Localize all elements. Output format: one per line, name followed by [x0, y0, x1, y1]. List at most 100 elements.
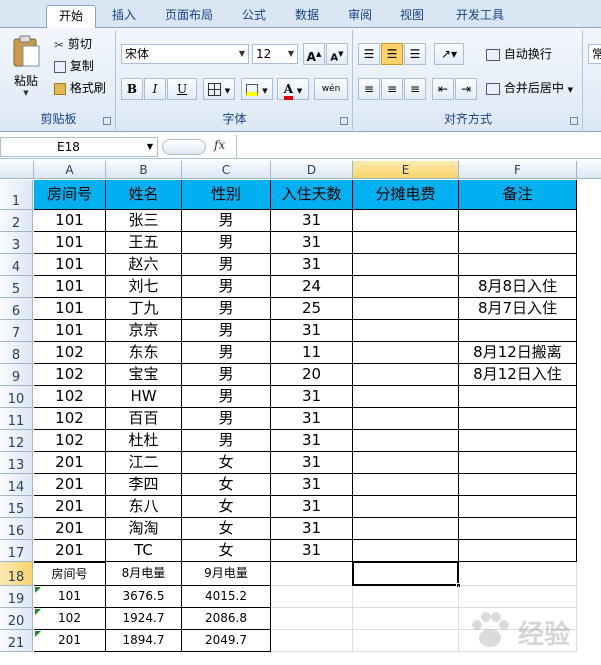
cell-b5[interactable]: 刘七 [106, 276, 182, 298]
cell-c7[interactable]: 男 [182, 320, 271, 342]
cell-f16[interactable] [459, 518, 577, 540]
align-center-button[interactable]: ≡ [381, 78, 403, 100]
row-header-1[interactable]: 1 [0, 180, 33, 210]
tab-developer[interactable]: 开发工具 [446, 5, 514, 27]
format-painter-button[interactable]: 格式刷 [54, 78, 106, 98]
cell-f14[interactable] [459, 474, 577, 496]
row-header-7[interactable]: 7 [0, 320, 33, 342]
cell-c16[interactable]: 女 [182, 518, 271, 540]
orientation-button[interactable]: ↗▾ [434, 43, 464, 65]
cell-e8[interactable] [353, 342, 459, 364]
cell-a18[interactable]: 房间号 [34, 562, 106, 586]
cell-d18[interactable] [271, 562, 353, 586]
cell-c19[interactable]: 4015.2 [182, 586, 271, 608]
cell-f3[interactable] [459, 232, 577, 254]
tab-review[interactable]: 审阅 [340, 5, 380, 27]
bold-button[interactable]: B [121, 78, 143, 100]
cell-c3[interactable]: 男 [182, 232, 271, 254]
cell-c1[interactable]: 性别 [182, 180, 271, 210]
cell-d20[interactable] [271, 608, 353, 630]
cell-d17[interactable]: 31 [271, 540, 353, 562]
cell-e13[interactable] [353, 452, 459, 474]
column-header-a[interactable]: A [34, 161, 106, 179]
name-box[interactable]: E18 ▼ [0, 137, 158, 157]
cell-a11[interactable]: 102 [34, 408, 106, 430]
row-header-21[interactable]: 21 [0, 630, 33, 652]
cell-f5[interactable]: 8月8日入住 [459, 276, 577, 298]
tab-view[interactable]: 视图 [392, 5, 432, 27]
cell-b19[interactable]: 3676.5 [106, 586, 182, 608]
cell-d14[interactable]: 31 [271, 474, 353, 496]
cell-f7[interactable] [459, 320, 577, 342]
cell-a10[interactable]: 102 [34, 386, 106, 408]
select-all-button[interactable] [0, 161, 34, 179]
formula-bar-splitter[interactable] [162, 139, 206, 155]
column-header-c[interactable]: C [182, 161, 271, 179]
cell-a21[interactable]: 201 [34, 630, 106, 652]
font-size-combo[interactable]: 12 ▼ [252, 44, 298, 64]
cell-b17[interactable]: TC [106, 540, 182, 562]
cell-e12[interactable] [353, 430, 459, 452]
cell-b16[interactable]: 淘淘 [106, 518, 182, 540]
cell-a15[interactable]: 201 [34, 496, 106, 518]
cell-e19[interactable] [353, 586, 459, 608]
cell-f12[interactable] [459, 430, 577, 452]
font-launcher-icon[interactable] [340, 117, 348, 125]
cell-c14[interactable]: 女 [182, 474, 271, 496]
align-top-button[interactable]: ☰ [358, 43, 380, 65]
cell-d4[interactable]: 31 [271, 254, 353, 276]
cell-e2[interactable] [353, 210, 459, 232]
row-header-3[interactable]: 3 [0, 232, 33, 254]
row-header-12[interactable]: 12 [0, 430, 33, 452]
cell-b13[interactable]: 江二 [106, 452, 182, 474]
cell-d1[interactable]: 入住天数 [271, 180, 353, 210]
row-header-11[interactable]: 11 [0, 408, 33, 430]
cell-f6[interactable]: 8月7日入住 [459, 298, 577, 320]
insert-function-icon[interactable]: fx [214, 138, 225, 152]
cell-c9[interactable]: 男 [182, 364, 271, 386]
cell-d19[interactable] [271, 586, 353, 608]
cell-d12[interactable]: 31 [271, 430, 353, 452]
cell-e6[interactable] [353, 298, 459, 320]
cell-f8[interactable]: 8月12日搬离 [459, 342, 577, 364]
clipboard-launcher-icon[interactable] [103, 117, 111, 125]
cell-e11[interactable] [353, 408, 459, 430]
cell-c2[interactable]: 男 [182, 210, 271, 232]
cell-b4[interactable]: 赵六 [106, 254, 182, 276]
tab-formulas[interactable]: 公式 [234, 5, 274, 27]
cell-c20[interactable]: 2086.8 [182, 608, 271, 630]
column-header-d[interactable]: D [271, 161, 353, 179]
cell-b7[interactable]: 京京 [106, 320, 182, 342]
cell-e17[interactable] [353, 540, 459, 562]
cell-d13[interactable]: 31 [271, 452, 353, 474]
row-header-5[interactable]: 5 [0, 276, 33, 298]
cell-d3[interactable]: 31 [271, 232, 353, 254]
row-header-20[interactable]: 20 [0, 608, 33, 630]
cell-b6[interactable]: 丁九 [106, 298, 182, 320]
cell-b18[interactable]: 8月电量 [106, 562, 182, 586]
cell-d11[interactable]: 31 [271, 408, 353, 430]
cell-d6[interactable]: 25 [271, 298, 353, 320]
cell-f11[interactable] [459, 408, 577, 430]
cell-c15[interactable]: 女 [182, 496, 271, 518]
cut-button[interactable]: ✂ 剪切 [54, 34, 92, 54]
font-name-combo[interactable]: 宋体 ▼ [121, 44, 249, 64]
cell-a16[interactable]: 201 [34, 518, 106, 540]
underline-button[interactable]: U [167, 78, 197, 100]
cell-a8[interactable]: 102 [34, 342, 106, 364]
cell-d15[interactable]: 31 [271, 496, 353, 518]
cell-c13[interactable]: 女 [182, 452, 271, 474]
cell-a7[interactable]: 101 [34, 320, 106, 342]
cell-f17[interactable] [459, 540, 577, 562]
column-header-g[interactable] [577, 161, 601, 179]
cell-a12[interactable]: 102 [34, 430, 106, 452]
align-right-button[interactable]: ≡ [404, 78, 426, 100]
row-header-17[interactable]: 17 [0, 540, 33, 562]
cell-f13[interactable] [459, 452, 577, 474]
row-header-6[interactable]: 6 [0, 298, 33, 320]
number-format-combo[interactable]: 常 [588, 44, 601, 64]
italic-button[interactable]: I [144, 78, 166, 100]
column-header-f[interactable]: F [459, 161, 577, 179]
row-header-15[interactable]: 15 [0, 496, 33, 518]
cell-b1[interactable]: 姓名 [106, 180, 182, 210]
